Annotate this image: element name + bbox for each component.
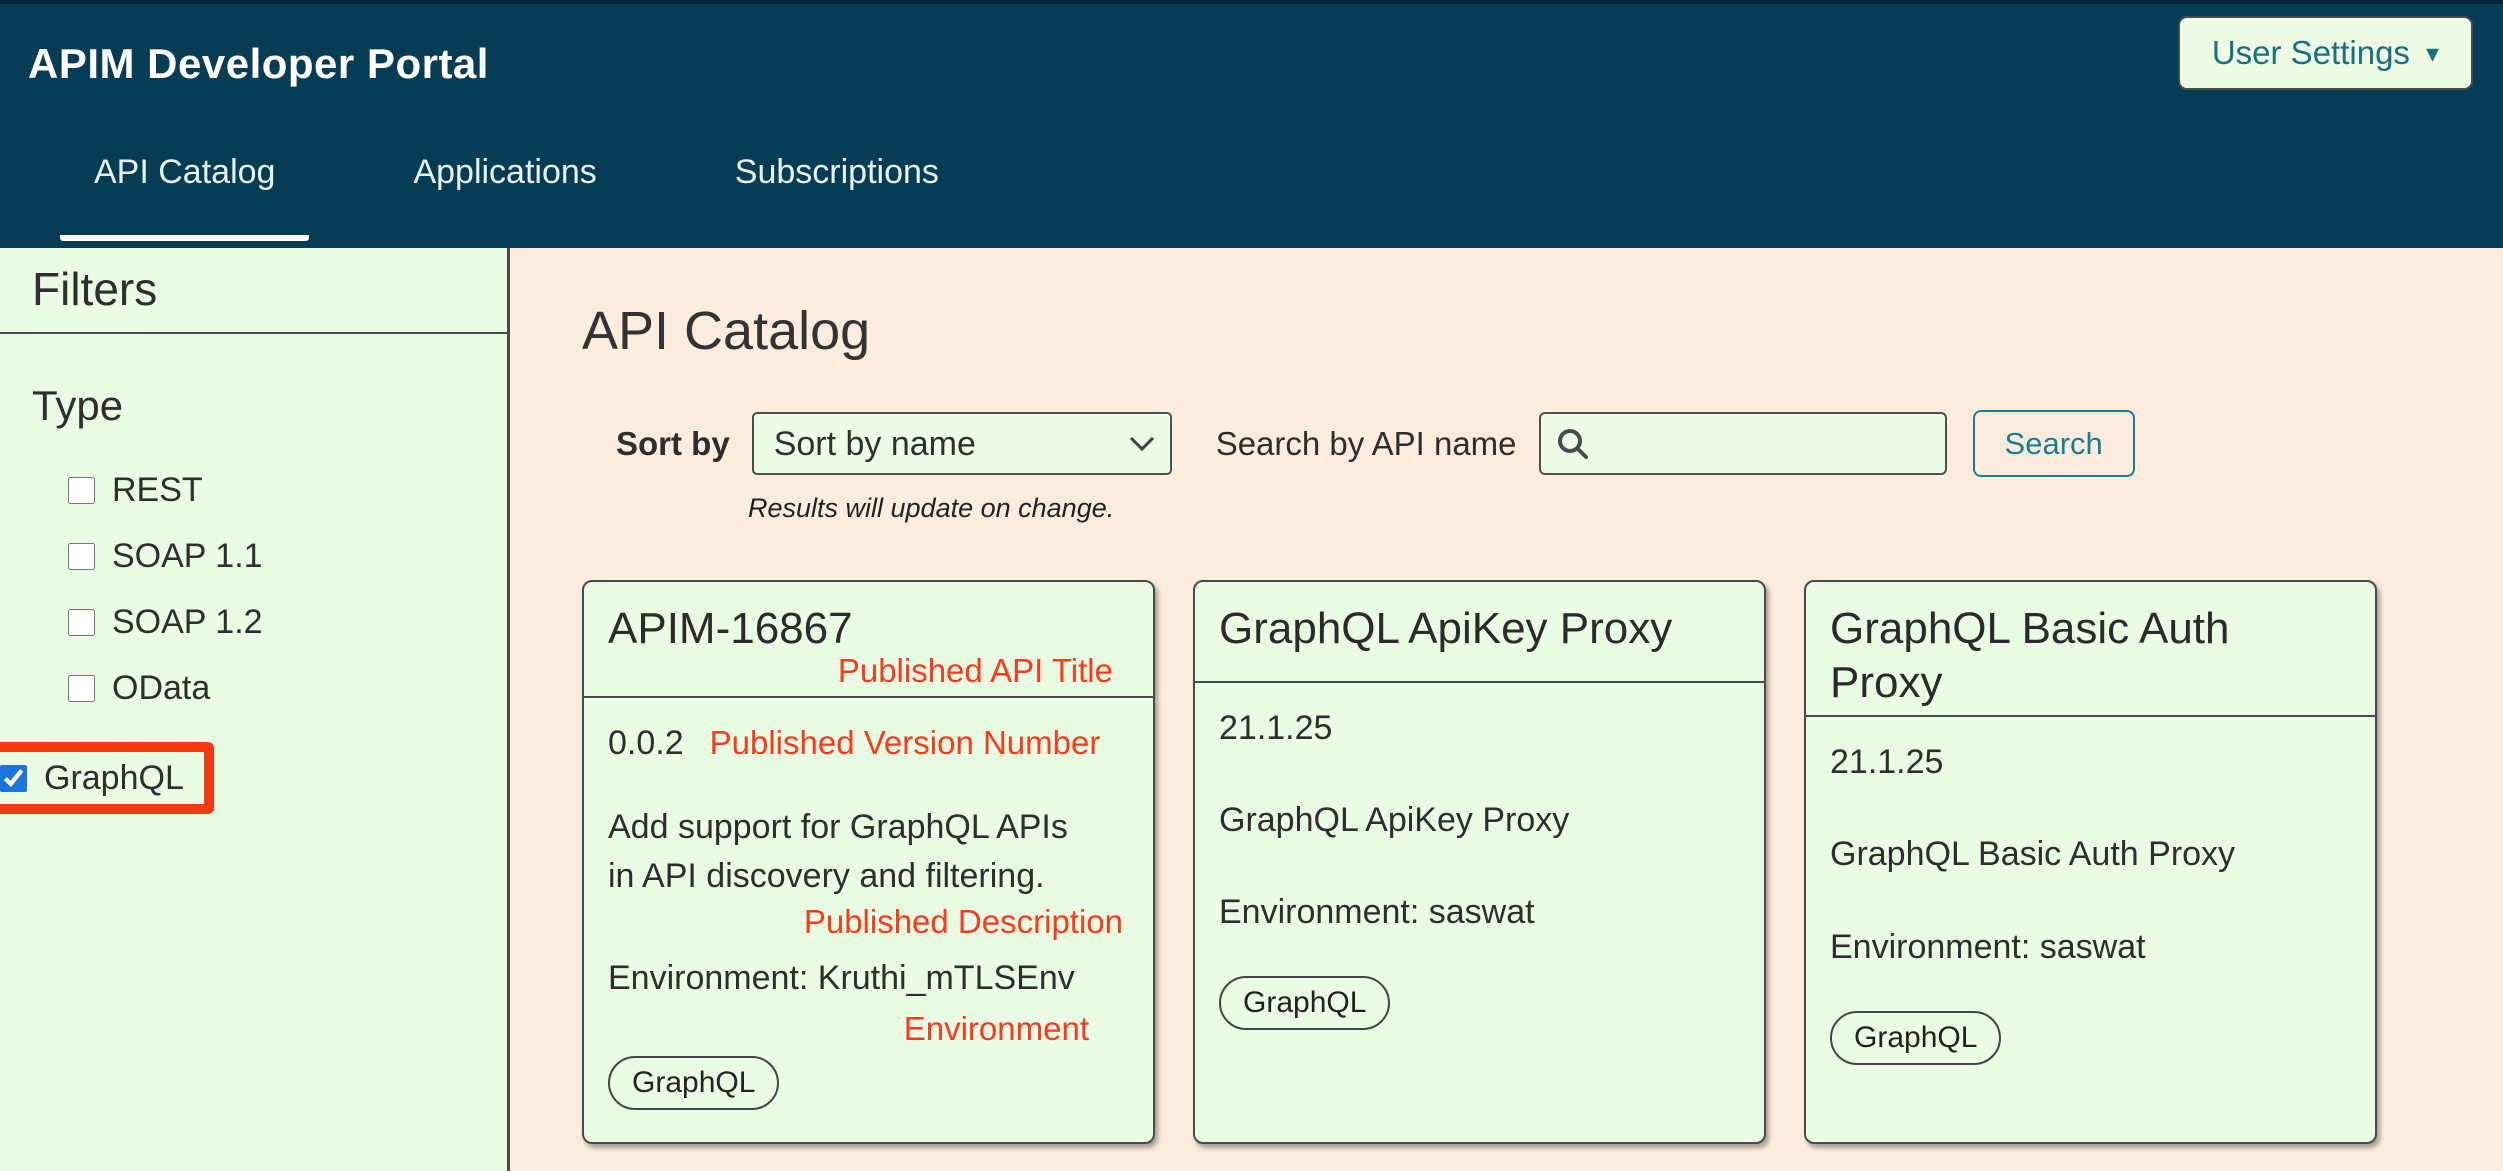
graphql-checkbox[interactable] — [0, 765, 27, 792]
filters-header: Filters — [0, 248, 507, 334]
environment-annotation: Environment — [608, 1010, 1129, 1048]
search-by-label: Search by API name — [1216, 425, 1517, 463]
version-row: 21.1.25 — [1219, 709, 1740, 748]
card-title: GraphQL ApiKey Proxy — [1219, 602, 1740, 656]
filter-option-rest[interactable]: REST — [68, 472, 507, 508]
soap12-checkbox[interactable] — [68, 609, 95, 636]
soap11-checkbox[interactable] — [68, 543, 95, 570]
graphql-label: GraphQL — [44, 759, 184, 798]
card-description: GraphQL Basic Auth Proxy — [1830, 830, 2351, 879]
card-version: 0.0.2 — [608, 724, 684, 763]
api-card-graphql-apikey-proxy[interactable]: GraphQL ApiKey Proxy 21.1.25 GraphQL Api… — [1193, 580, 1766, 1144]
published-version-annotation: Published Version Number — [710, 724, 1101, 762]
api-card-apim-16867[interactable]: APIM-16867 Published API Title 0.0.2 Pub… — [582, 580, 1155, 1144]
page: APIM Developer Portal User Settings ▾ AP… — [0, 0, 2503, 1171]
card-body: 21.1.25 GraphQL ApiKey Proxy Environment… — [1195, 683, 1764, 1142]
caret-down-icon: ▾ — [2426, 38, 2439, 69]
description-line-2: in API discovery and filtering. — [608, 852, 1129, 901]
card-description: Add support for GraphQL APIs in API disc… — [608, 803, 1129, 902]
filter-option-odata[interactable]: OData — [68, 670, 507, 706]
filters-title: Filters — [32, 262, 507, 316]
odata-label: OData — [112, 669, 210, 708]
graphql-tag-badge: GraphQL — [1830, 1011, 2001, 1065]
rest-label: REST — [112, 471, 203, 510]
app-header: APIM Developer Portal User Settings ▾ AP… — [0, 0, 2503, 248]
sort-note: Results will update on change. — [748, 493, 2503, 524]
card-environment: Environment: Kruthi_mTLSEnv — [608, 959, 1129, 998]
toolbar: Sort by Sort by name Search by API name — [616, 410, 2503, 477]
description-line-1: GraphQL Basic Auth Proxy — [1830, 830, 2351, 879]
sort-select[interactable]: Sort by name — [752, 412, 1172, 475]
filters-sidebar: Filters Type REST SOAP 1.1 SOAP 1.2 — [0, 248, 510, 1171]
description-line-1: Add support for GraphQL APIs — [608, 803, 1129, 852]
search-button[interactable]: Search — [1973, 410, 2135, 477]
tab-api-catalog[interactable]: API Catalog — [60, 152, 309, 241]
api-card-graphql-basic-auth-proxy[interactable]: GraphQL Basic Auth Proxy 21.1.25 GraphQL… — [1804, 580, 2377, 1144]
type-section-title: Type — [32, 382, 507, 430]
description-line-1: GraphQL ApiKey Proxy — [1219, 796, 1740, 845]
graphql-highlight-box: GraphQL — [0, 742, 214, 814]
search-box — [1539, 412, 1947, 475]
sort-select-wrap: Sort by name — [752, 412, 1172, 475]
filter-option-soap11[interactable]: SOAP 1.1 — [68, 538, 507, 574]
filter-option-graphql[interactable]: GraphQL — [0, 760, 184, 796]
soap11-label: SOAP 1.1 — [112, 537, 263, 576]
card-header: APIM-16867 Published API Title — [584, 582, 1153, 698]
card-header: GraphQL ApiKey Proxy — [1195, 582, 1764, 683]
rest-checkbox[interactable] — [68, 477, 95, 504]
card-body: 0.0.2 Published Version Number Add suppo… — [584, 698, 1153, 1142]
user-settings-button[interactable]: User Settings ▾ — [2178, 16, 2473, 90]
version-row: 21.1.25 — [1830, 743, 2351, 782]
card-body: 21.1.25 GraphQL Basic Auth Proxy Environ… — [1806, 717, 2375, 1142]
card-version: 21.1.25 — [1830, 743, 1943, 782]
tab-applications[interactable]: Applications — [379, 152, 630, 241]
card-header: GraphQL Basic Auth Proxy — [1806, 582, 2375, 717]
nav-tabs: API Catalog Applications Subscriptions — [60, 152, 2503, 241]
graphql-tag-badge: GraphQL — [1219, 976, 1390, 1030]
published-api-title-annotation: Published API Title — [608, 652, 1129, 690]
version-row: 0.0.2 Published Version Number — [608, 724, 1129, 763]
sort-by-label: Sort by — [616, 425, 730, 463]
soap12-label: SOAP 1.2 — [112, 603, 263, 642]
tab-subscriptions[interactable]: Subscriptions — [701, 152, 973, 241]
page-title: API Catalog — [582, 300, 2503, 362]
content: Filters Type REST SOAP 1.1 SOAP 1.2 — [0, 248, 2503, 1171]
odata-checkbox[interactable] — [68, 675, 95, 702]
card-environment: Environment: saswat — [1219, 893, 1740, 932]
card-title: APIM-16867 — [608, 602, 1129, 656]
app-title: APIM Developer Portal — [28, 40, 2503, 88]
search-input[interactable] — [1539, 412, 1947, 475]
graphql-tag-badge: GraphQL — [608, 1056, 779, 1110]
filter-option-soap12[interactable]: SOAP 1.2 — [68, 604, 507, 640]
card-environment: Environment: saswat — [1830, 928, 2351, 967]
published-description-annotation: Published Description — [608, 903, 1129, 941]
card-description: GraphQL ApiKey Proxy — [1219, 796, 1740, 845]
user-settings-label: User Settings — [2212, 34, 2410, 72]
api-card-list: APIM-16867 Published API Title 0.0.2 Pub… — [582, 580, 2503, 1144]
card-title: GraphQL Basic Auth Proxy — [1830, 602, 2351, 709]
type-filter-list: REST SOAP 1.1 SOAP 1.2 OData — [0, 472, 507, 814]
main-panel: API Catalog Sort by Sort by name Search … — [510, 248, 2503, 1171]
card-version: 21.1.25 — [1219, 709, 1332, 748]
